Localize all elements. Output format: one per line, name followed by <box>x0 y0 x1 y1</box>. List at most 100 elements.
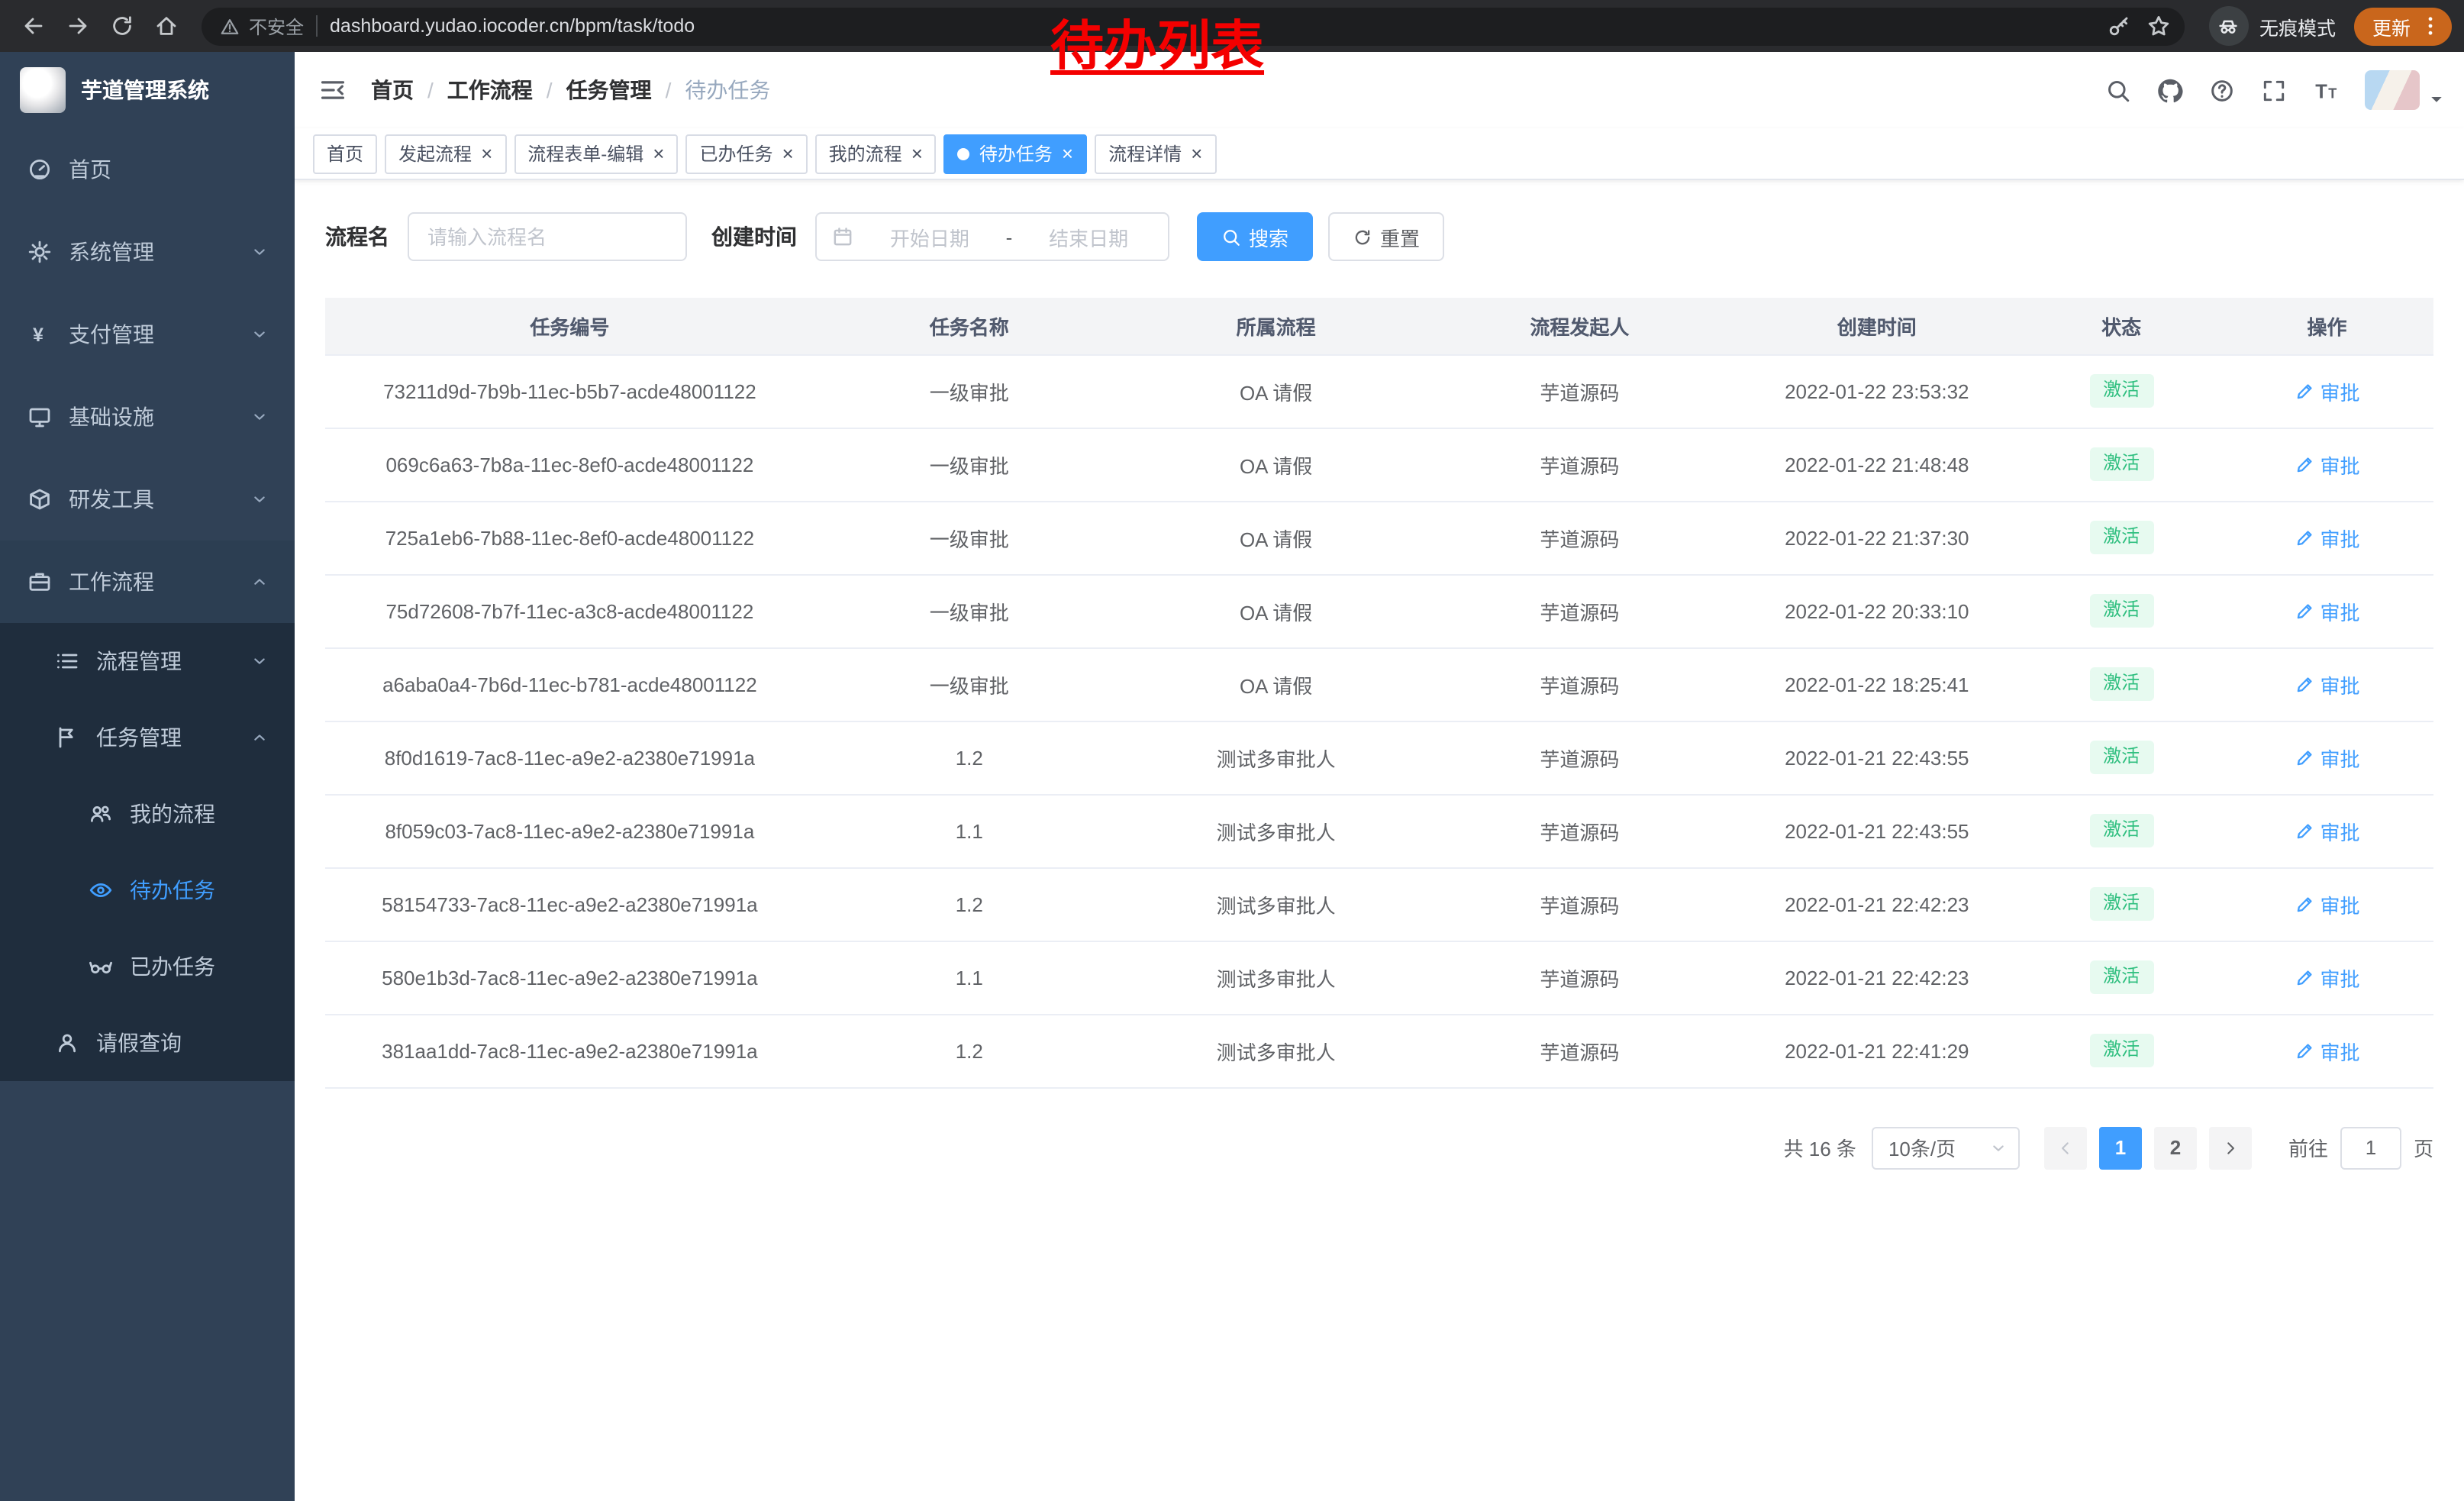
approve-link[interactable]: 审批 <box>2294 743 2359 772</box>
sidebar-item-system-management[interactable]: 系统管理 <box>0 211 295 293</box>
cell-task-name: 1.1 <box>814 794 1124 867</box>
sidebar-item-task-management[interactable]: 任务管理 <box>0 699 295 776</box>
close-icon[interactable]: × <box>481 144 492 163</box>
forward-icon[interactable] <box>56 5 98 47</box>
fullscreen-icon[interactable] <box>2249 66 2298 115</box>
page-button-2[interactable]: 2 <box>2154 1126 2197 1169</box>
briefcase-icon <box>26 570 52 594</box>
back-icon[interactable] <box>12 5 53 47</box>
browser-menu-icon[interactable] <box>2418 14 2443 38</box>
approve-link[interactable]: 审批 <box>2294 376 2359 405</box>
cell-created: 2022-01-22 21:48:48 <box>1731 428 2022 501</box>
caret-down-icon[interactable] <box>2427 90 2446 108</box>
tab-home[interactable]: 首页 <box>313 134 377 173</box>
approve-link[interactable]: 审批 <box>2294 670 2359 699</box>
cell-status: 激活 <box>2022 721 2221 794</box>
home-icon[interactable] <box>145 5 186 47</box>
goto-page-input[interactable] <box>2340 1126 2401 1169</box>
approve-link[interactable]: 审批 <box>2294 523 2359 552</box>
sidebar-item-todo-task[interactable]: 待办任务 <box>0 852 295 928</box>
sidebar-item-label: 研发工具 <box>69 484 234 515</box>
tabs-bar: 首页发起流程×流程表单-编辑×已办任务×我的流程×待办任务×流程详情× <box>295 128 2464 180</box>
sidebar-item-home[interactable]: 首页 <box>0 128 295 211</box>
sidebar-item-label: 我的流程 <box>130 799 269 829</box>
approve-link[interactable]: 审批 <box>2294 816 2359 845</box>
process-name-input[interactable] <box>408 212 687 261</box>
cell-initiator: 芋道源码 <box>1428 1014 1732 1087</box>
tab-todo-task[interactable]: 待办任务× <box>944 134 1087 173</box>
breadcrumb-item-workflow[interactable]: 工作流程 <box>447 75 533 105</box>
cell-initiator: 芋道源码 <box>1428 501 1732 574</box>
next-page-button[interactable] <box>2209 1126 2252 1169</box>
page-size-select[interactable]: 10条/页 <box>1872 1126 2020 1169</box>
breadcrumb-separator: / <box>427 78 434 102</box>
font-size-icon[interactable]: TT <box>2301 66 2350 115</box>
update-button[interactable]: 更新 <box>2354 7 2452 45</box>
approve-link[interactable]: 审批 <box>2294 450 2359 479</box>
close-icon[interactable]: × <box>653 144 664 163</box>
warning-icon <box>220 16 240 36</box>
cell-task-name: 1.2 <box>814 867 1124 941</box>
edit-icon <box>2294 674 2314 694</box>
chevron-up-icon <box>250 573 269 591</box>
tab-done-task[interactable]: 已办任务× <box>685 134 807 173</box>
tab-form-edit[interactable]: 流程表单-编辑× <box>514 134 678 173</box>
help-icon[interactable] <box>2197 66 2246 115</box>
approve-label: 审批 <box>2320 596 2359 625</box>
sidebar-item-infrastructure[interactable]: 基础设施 <box>0 376 295 458</box>
tab-initiate[interactable]: 发起流程× <box>385 134 506 173</box>
security-status[interactable]: 不安全 <box>220 13 304 39</box>
status-badge: 激活 <box>2089 374 2153 407</box>
cell-action: 审批 <box>2221 501 2433 574</box>
prev-page-button[interactable] <box>2044 1126 2087 1169</box>
close-icon[interactable]: × <box>782 144 793 163</box>
sidebar-logo-row[interactable]: 芋道管理系统 <box>0 52 295 128</box>
cell-task-id: 75d72608-7b7f-11ec-a3c8-acde48001122 <box>325 574 814 647</box>
close-icon[interactable]: × <box>911 144 923 163</box>
search-button[interactable]: 搜索 <box>1197 212 1313 261</box>
approve-link[interactable]: 审批 <box>2294 963 2359 992</box>
end-date-placeholder[interactable]: 结束日期 <box>1024 222 1153 251</box>
cell-initiator: 芋道源码 <box>1428 574 1732 647</box>
sidebar-item-workflow[interactable]: 工作流程 <box>0 541 295 623</box>
breadcrumb-item-home[interactable]: 首页 <box>371 75 414 105</box>
page-buttons: 1 2 <box>2044 1126 2252 1169</box>
sidebar-item-payment-management[interactable]: ¥支付管理 <box>0 293 295 376</box>
chevron-up-icon <box>250 728 269 747</box>
omnibox-actions <box>2101 8 2177 44</box>
status-badge: 激活 <box>2089 521 2153 554</box>
approve-link[interactable]: 审批 <box>2294 596 2359 625</box>
close-icon[interactable]: × <box>1062 144 1073 163</box>
date-range-picker[interactable]: 开始日期 - 结束日期 <box>815 212 1169 261</box>
reload-icon[interactable] <box>101 5 142 47</box>
cell-action: 审批 <box>2221 941 2433 1014</box>
chevron-down-icon <box>250 408 269 426</box>
start-date-placeholder[interactable]: 开始日期 <box>866 222 994 251</box>
close-icon[interactable]: × <box>1191 144 1202 163</box>
search-icon[interactable] <box>2093 66 2142 115</box>
gear-icon <box>26 240 52 264</box>
user-avatar[interactable] <box>2365 70 2420 110</box>
breadcrumb-item-task-management[interactable]: 任务管理 <box>566 75 652 105</box>
sidebar-item-my-process[interactable]: 我的流程 <box>0 776 295 852</box>
reset-button[interactable]: 重置 <box>1328 212 1444 261</box>
tab-process-detail[interactable]: 流程详情× <box>1095 134 1216 173</box>
page-button-1[interactable]: 1 <box>2099 1126 2142 1169</box>
cell-initiator: 芋道源码 <box>1428 794 1732 867</box>
github-icon[interactable] <box>2145 66 2194 115</box>
bookmark-star-icon[interactable] <box>2140 8 2177 44</box>
status-badge: 激活 <box>2089 814 2153 847</box>
approve-link[interactable]: 审批 <box>2294 889 2359 918</box>
active-dot <box>958 147 970 160</box>
menu-fold-icon[interactable] <box>295 52 371 128</box>
table-row: 75d72608-7b7f-11ec-a3c8-acde48001122 一级审… <box>325 574 2433 647</box>
svg-text:¥: ¥ <box>32 324 43 346</box>
sidebar-item-dev-tools[interactable]: 研发工具 <box>0 458 295 541</box>
password-key-icon[interactable] <box>2101 8 2137 44</box>
tab-my-process[interactable]: 我的流程× <box>815 134 937 173</box>
sidebar-item-leave-query[interactable]: 请假查询 <box>0 1005 295 1081</box>
approve-link[interactable]: 审批 <box>2294 1036 2359 1065</box>
sidebar-item-process-management[interactable]: 流程管理 <box>0 623 295 699</box>
sidebar-item-done-task[interactable]: 已办任务 <box>0 928 295 1005</box>
status-badge: 激活 <box>2089 594 2153 627</box>
